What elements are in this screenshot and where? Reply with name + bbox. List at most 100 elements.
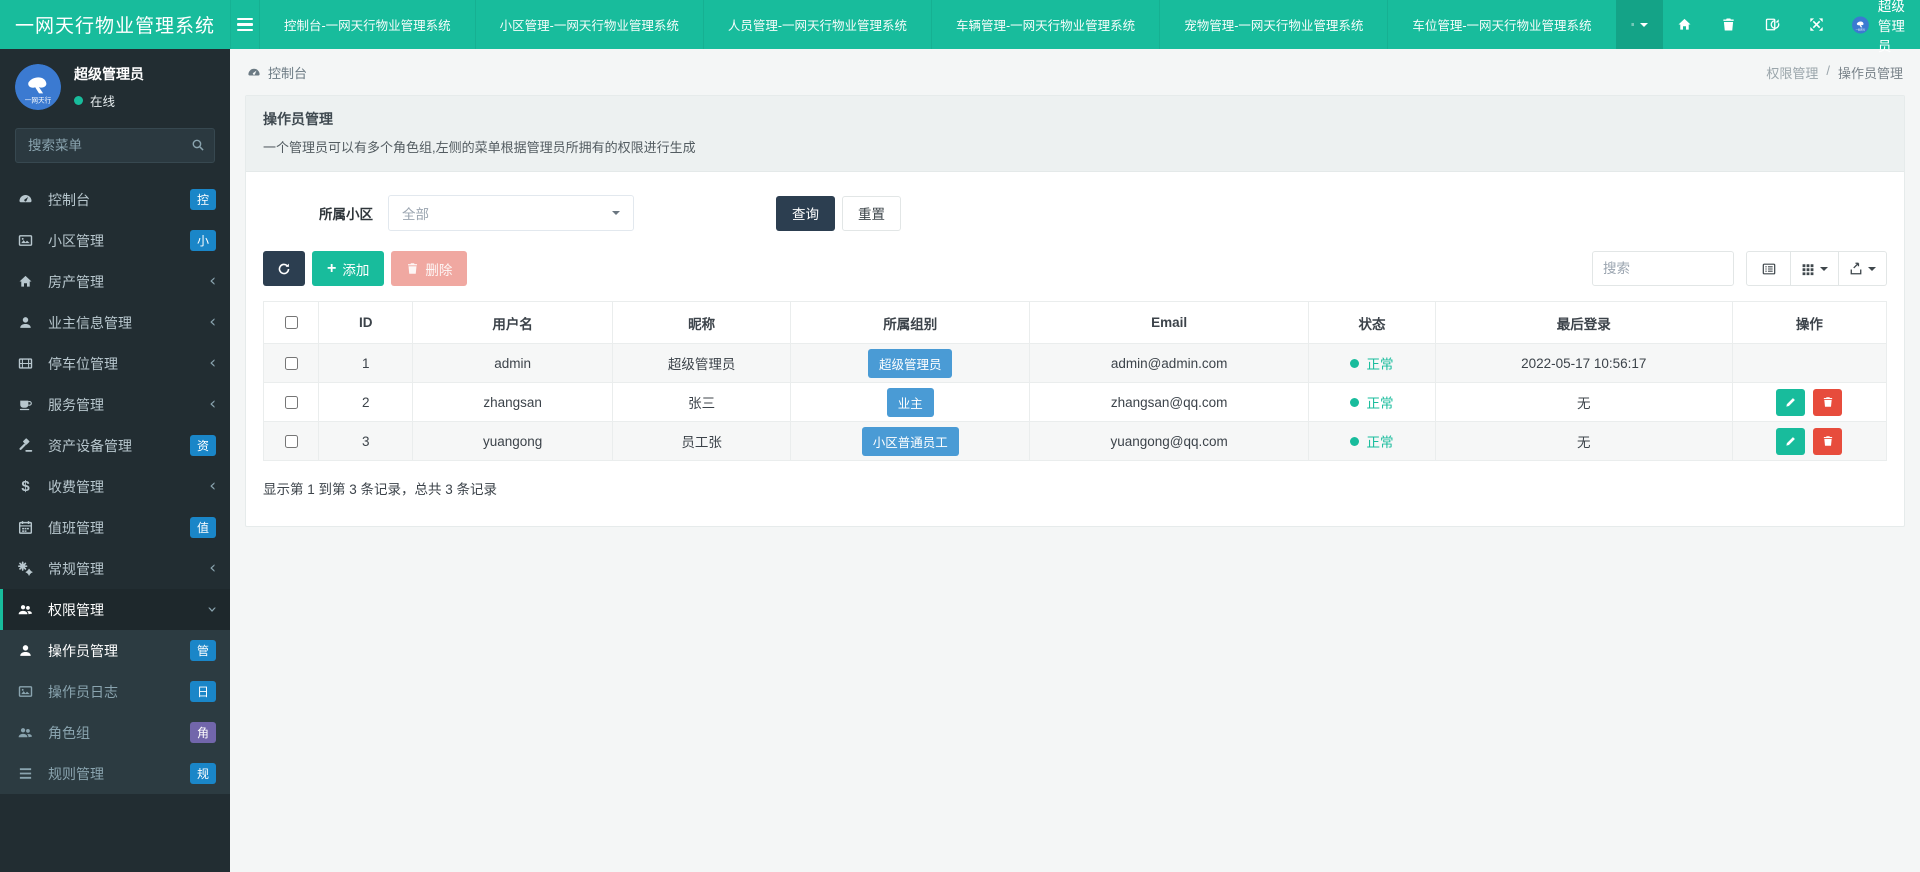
caret-down-icon	[612, 211, 620, 215]
sidebar-item-general[interactable]: 常规管理 ‹	[0, 548, 230, 589]
table-row[interactable]: 3 yuangong 员工张 小区普通员工 yuangong@qq.com 正常…	[264, 422, 1887, 461]
refresh-button[interactable]	[263, 251, 305, 286]
cell-select	[264, 422, 319, 461]
col-status[interactable]: 状态	[1309, 302, 1436, 344]
cell-email: admin@admin.com	[1030, 344, 1309, 383]
delete-row-button[interactable]	[1813, 428, 1842, 455]
select-all-header	[264, 302, 319, 344]
select-all-checkbox[interactable]	[285, 316, 298, 329]
sidebar-item-permission[interactable]: 权限管理 ‹	[0, 589, 230, 630]
tab-console[interactable]: 控制台-一网天行物业管理系统	[259, 0, 475, 49]
col-username[interactable]: 用户名	[413, 302, 613, 344]
cell-status: 正常	[1309, 344, 1436, 383]
topbar-actions: 超级管理员	[1616, 0, 1920, 49]
sidebar-item-label: 规则管理	[48, 764, 190, 784]
delete-button[interactable]: 删除	[391, 251, 467, 286]
sidebar: 超级管理员 在线 控制台 控 小区管理 小 房产管理 ‹ 业主信息管理	[0, 49, 230, 872]
cell-select	[264, 383, 319, 422]
sidebar-item-owner-info[interactable]: 业主信息管理 ‹	[0, 302, 230, 343]
cell-actions	[1732, 383, 1886, 422]
home-button[interactable]	[1663, 0, 1707, 49]
edit-row-button[interactable]	[1776, 389, 1805, 416]
cell-group: 小区普通员工	[791, 422, 1030, 461]
breadcrumb-section[interactable]: 控制台	[247, 63, 307, 82]
breadcrumb-separator: /	[1826, 63, 1830, 82]
sidebar-item-operator-log[interactable]: 操作员日志 日	[0, 671, 230, 712]
sidebar-item-asset-equipment[interactable]: 资产设备管理 资	[0, 425, 230, 466]
operators-table: ID 用户名 昵称 所属组别 Email 状态 最后登录 操作 1 admin	[263, 301, 1887, 461]
sidebar-item-property[interactable]: 房产管理 ‹	[0, 261, 230, 302]
export-dropdown-button[interactable]	[1839, 251, 1887, 286]
sidebar-item-label: 操作员管理	[48, 641, 190, 661]
delete-row-button[interactable]	[1813, 389, 1842, 416]
columns-dropdown-button[interactable]	[1791, 251, 1839, 286]
users-icon	[3, 602, 48, 617]
sidebar-item-duty[interactable]: 值班管理 值	[0, 507, 230, 548]
fullscreen-button[interactable]	[1795, 0, 1839, 49]
cell-last-login: 无	[1435, 383, 1732, 422]
breadcrumb-parent[interactable]: 权限管理	[1766, 63, 1818, 82]
cell-last-login: 无	[1435, 422, 1732, 461]
row-checkbox[interactable]	[285, 435, 298, 448]
fullscreen-icon	[1809, 17, 1824, 32]
online-status-label: 在线	[90, 91, 115, 110]
table-row[interactable]: 2 zhangsan 张三 业主 zhangsan@qq.com 正常 无	[264, 383, 1887, 422]
table-row[interactable]: 1 admin 超级管理员 超级管理员 admin@admin.com 正常 2…	[264, 344, 1887, 383]
col-email[interactable]: Email	[1030, 302, 1309, 344]
grid-icon	[1801, 262, 1815, 276]
tab-pet[interactable]: 宠物管理-一网天行物业管理系统	[1159, 0, 1387, 49]
cogs-icon	[3, 561, 48, 576]
detail-view-button[interactable]	[1746, 251, 1791, 286]
clear-cache-button[interactable]	[1751, 0, 1795, 49]
tab-personnel[interactable]: 人员管理-一网天行物业管理系统	[703, 0, 931, 49]
clear-trash-button[interactable]	[1707, 0, 1751, 49]
panel-body: 所属小区 全部 查询 重置 + 添加	[246, 172, 1904, 526]
sidebar-item-parking-space[interactable]: 停车位管理 ‹	[0, 343, 230, 384]
col-nickname[interactable]: 昵称	[612, 302, 791, 344]
reset-button[interactable]: 重置	[842, 196, 901, 231]
topbar-tabs: 控制台-一网天行物业管理系统 小区管理-一网天行物业管理系统 人员管理-一网天行…	[259, 0, 1616, 49]
community-select[interactable]: 全部	[388, 195, 634, 231]
sidebar-item-charging[interactable]: $ 收费管理 ‹	[0, 466, 230, 507]
sidebar-toggle-button[interactable]	[230, 0, 259, 49]
sidebar-item-label: 资产设备管理	[48, 436, 190, 456]
chevron-left-icon: ‹	[209, 396, 216, 413]
tab-parking[interactable]: 车位管理-一网天行物业管理系统	[1387, 0, 1615, 49]
sidebar-item-service[interactable]: 服务管理 ‹	[0, 384, 230, 425]
tab-community[interactable]: 小区管理-一网天行物业管理系统	[475, 0, 703, 49]
sidebar-item-console[interactable]: 控制台 控	[0, 179, 230, 220]
col-last-login[interactable]: 最后登录	[1435, 302, 1732, 344]
col-id[interactable]: ID	[319, 302, 413, 344]
query-button[interactable]: 查询	[776, 196, 835, 231]
community-select-value: 全部	[402, 203, 429, 223]
sidebar-item-rule-admin[interactable]: 规则管理 规	[0, 753, 230, 794]
dashboard-icon	[247, 66, 261, 80]
edit-row-button[interactable]	[1776, 428, 1805, 455]
operator-panel: 操作员管理 一个管理员可以有多个角色组,左侧的菜单根据管理员所拥有的权限进行生成…	[245, 95, 1905, 527]
tabs-list-dropdown-button[interactable]	[1616, 0, 1663, 49]
col-group[interactable]: 所属组别	[791, 302, 1030, 344]
cell-email: zhangsan@qq.com	[1030, 383, 1309, 422]
cell-status: 正常	[1309, 383, 1436, 422]
row-checkbox[interactable]	[285, 396, 298, 409]
chevron-left-icon: ‹	[209, 273, 216, 290]
dashboard-icon	[3, 192, 48, 207]
tab-vehicle[interactable]: 车辆管理-一网天行物业管理系统	[931, 0, 1159, 49]
sidebar-search	[15, 128, 215, 163]
group-badge: 业主	[887, 388, 934, 417]
menu-badge: 规	[190, 763, 216, 784]
table-search-input[interactable]	[1592, 251, 1734, 286]
sidebar-item-role-group[interactable]: 角色组 角	[0, 712, 230, 753]
menu-search-input[interactable]	[15, 128, 215, 163]
row-checkbox[interactable]	[285, 357, 298, 370]
add-button[interactable]: + 添加	[312, 251, 384, 286]
list-icon	[3, 766, 48, 781]
topbar-user-menu[interactable]: 超级管理员	[1839, 0, 1920, 49]
sidebar-item-label: 权限管理	[48, 600, 209, 620]
menu-badge: 管	[190, 640, 216, 661]
sidebar-item-community[interactable]: 小区管理 小	[0, 220, 230, 261]
sidebar-item-operator-admin[interactable]: 操作员管理 管	[0, 630, 230, 671]
view-button-group	[1746, 251, 1887, 286]
col-actions: 操作	[1732, 302, 1886, 344]
panel-heading: 操作员管理 一个管理员可以有多个角色组,左侧的菜单根据管理员所拥有的权限进行生成	[246, 96, 1904, 172]
